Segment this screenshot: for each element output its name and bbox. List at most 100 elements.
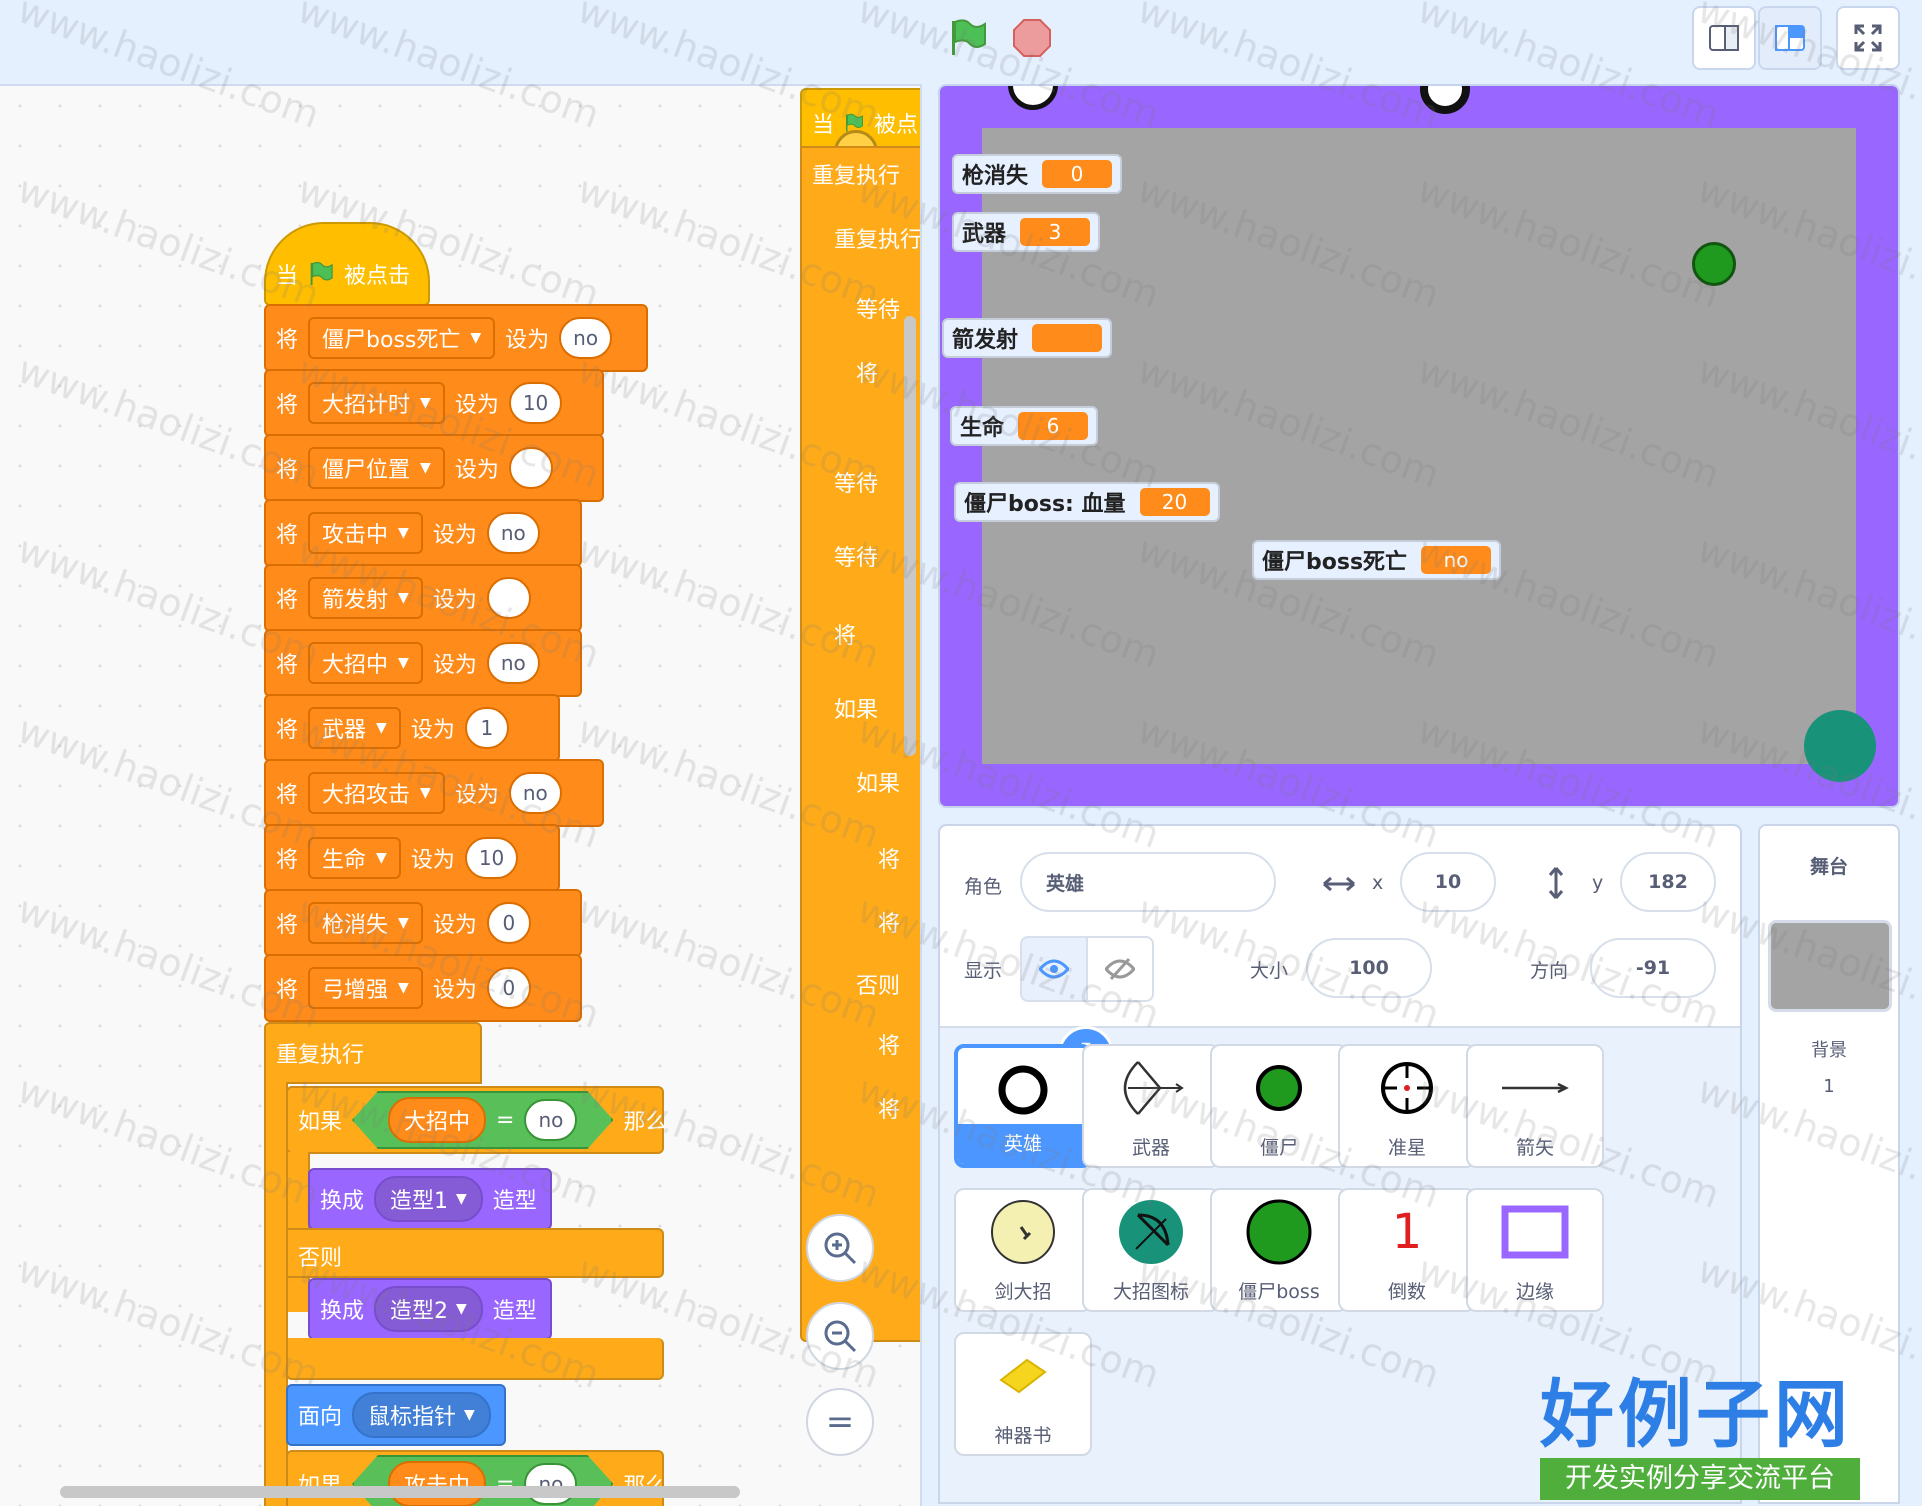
sprite-tile[interactable]: 1 倒数	[1338, 1188, 1476, 1312]
variable-dropdown[interactable]: 弓增强 ▼	[308, 967, 423, 1009]
variable-monitor[interactable]: 生命 6	[950, 406, 1099, 446]
variable-monitor[interactable]: 僵尸boss: 血量 20	[954, 482, 1220, 522]
hat-clicked-label: 被点	[873, 113, 918, 138]
variable-dropdown[interactable]: 大招攻击 ▼	[308, 772, 445, 814]
variable-dropdown[interactable]: 武器 ▼	[308, 707, 401, 749]
y-input[interactable]: 182	[1620, 852, 1716, 912]
set-label: 将	[276, 653, 299, 678]
variable-monitor[interactable]: 枪消失 0	[952, 154, 1123, 194]
sprite-tile[interactable]: 僵尸	[1210, 1044, 1348, 1168]
point-target-dropdown[interactable]: 鼠标指针 ▼	[352, 1392, 491, 1438]
value-input[interactable]: no	[508, 772, 562, 814]
costume-dropdown-2[interactable]: 造型2 ▼	[374, 1286, 483, 1332]
point-towards-block[interactable]: 面向 鼠标指针 ▼	[286, 1384, 506, 1446]
normal-stage-button[interactable]	[1758, 6, 1822, 70]
equals-condition-2[interactable]: 攻击中 = no	[352, 1455, 613, 1506]
set-variable-block[interactable]: 将大招中 ▼ 设为 no	[264, 629, 582, 697]
fullscreen-button[interactable]	[1836, 6, 1900, 70]
value-input[interactable]: no	[559, 317, 613, 359]
switch-costume-block-1[interactable]: 换成 造型1 ▼ 造型	[308, 1168, 552, 1230]
arrow-icon	[1468, 1046, 1602, 1130]
value-input[interactable]: 0	[486, 967, 531, 1009]
forever-block[interactable]: 重复执行	[264, 1022, 482, 1084]
hide-sprite-button[interactable]	[1086, 936, 1154, 1002]
variable-dropdown[interactable]: 攻击中 ▼	[308, 512, 423, 554]
variable-dropdown[interactable]: 僵尸boss死亡 ▼	[308, 317, 496, 359]
value-input[interactable]: no	[486, 512, 540, 554]
when-flag-clicked-block[interactable]: 当 被点击	[264, 222, 430, 306]
number-one-icon: 1	[1340, 1190, 1474, 1274]
zoom-reset-button[interactable]: =	[806, 1388, 874, 1456]
value-input[interactable]: 10	[508, 382, 563, 424]
y-label: y	[1592, 872, 1604, 894]
costume-suffix: 造型	[492, 1189, 537, 1214]
variable-monitor[interactable]: 僵尸boss死亡 no	[1252, 540, 1502, 580]
variable-monitor[interactable]: 箭发射	[942, 318, 1113, 358]
set-variable-block[interactable]: 将僵尸boss死亡 ▼ 设为 no	[264, 304, 648, 372]
sprite-tile-name: 英雄	[958, 1124, 1088, 1164]
sprite-tile[interactable]: 箭矢	[1466, 1044, 1604, 1168]
show-sprite-button[interactable]	[1020, 936, 1088, 1002]
sprite-tile[interactable]: 神器书	[954, 1332, 1092, 1456]
if-block-1[interactable]: 如果 大招中 = no 那么	[286, 1086, 667, 1154]
sprite-tile[interactable]: 剑大招	[954, 1188, 1092, 1312]
set-label: 将	[276, 588, 299, 613]
value-input[interactable]	[486, 577, 531, 619]
value-input[interactable]: 0	[486, 902, 531, 944]
sprite-tile-name: 边缘	[1515, 1281, 1554, 1303]
set-variable-block[interactable]: 将大招攻击 ▼ 设为 no	[264, 759, 604, 827]
backdrop-thumbnail[interactable]	[1768, 920, 1892, 1012]
equals-condition-1[interactable]: 大招中 = no	[352, 1091, 613, 1149]
sprite-tile[interactable]: 武器	[1082, 1044, 1220, 1168]
variable-dropdown[interactable]: 枪消失 ▼	[308, 902, 423, 944]
value-input[interactable]: no	[486, 642, 540, 684]
costume-dropdown-1[interactable]: 造型1 ▼	[374, 1176, 483, 1222]
compare-value[interactable]: no	[524, 1099, 577, 1141]
zoom-in-button[interactable]	[806, 1214, 874, 1282]
value-input[interactable]: 1	[464, 707, 509, 749]
stage[interactable]: 枪消失 0 武器 3 箭发射生命 6 僵尸boss: 血量 20 僵尸boss死亡 no	[938, 84, 1900, 808]
value-input[interactable]: 10	[464, 837, 519, 879]
set-variable-block[interactable]: 将生命 ▼ 设为 10	[264, 824, 560, 892]
eye-icon	[1039, 959, 1069, 979]
set-variable-block[interactable]: 将箭发射 ▼ 设为	[264, 564, 582, 632]
variable-dropdown[interactable]: 箭发射 ▼	[308, 577, 423, 619]
sprite-tile[interactable]: 准星	[1338, 1044, 1476, 1168]
direction-input[interactable]: -91	[1590, 938, 1716, 998]
set-variable-block[interactable]: 将僵尸位置 ▼ 设为	[264, 434, 604, 502]
bow-icon	[1084, 1046, 1218, 1130]
var-reporter-ultimate[interactable]: 大招中	[388, 1097, 486, 1143]
compare-value[interactable]: no	[524, 1463, 577, 1505]
green-flag-icon[interactable]	[948, 18, 988, 58]
sprite-tile[interactable]: 边缘	[1466, 1188, 1604, 1312]
sprite-tile[interactable]: 大招图标	[1082, 1188, 1220, 1312]
set-variable-block[interactable]: 将弓增强 ▼ 设为 0	[264, 954, 582, 1022]
code-area[interactable]: 当 被点击 重复执行 如果 大招中 = no 那么 换成 造型1 ▼ 造型 否则 …	[0, 84, 922, 1506]
stop-sign-icon[interactable]	[1012, 18, 1052, 58]
sprite-name-input[interactable]: 英雄	[1020, 852, 1276, 912]
set-variable-block[interactable]: 将武器 ▼ 设为 1	[264, 694, 560, 762]
chevron-down-icon: ▼	[398, 590, 409, 606]
variable-dropdown[interactable]: 大招计时 ▼	[308, 382, 445, 424]
sprite-tile[interactable]: 英雄	[954, 1044, 1092, 1168]
variable-dropdown[interactable]: 大招中 ▼	[308, 642, 423, 684]
switch-costume-block-2[interactable]: 换成 造型2 ▼ 造型	[308, 1278, 552, 1340]
size-input[interactable]: 100	[1306, 938, 1432, 998]
set-variable-block[interactable]: 将枪消失 ▼ 设为 0	[264, 889, 582, 957]
x-input[interactable]: 10	[1400, 852, 1496, 912]
horizontal-scrollbar[interactable]	[60, 1486, 740, 1498]
to-label: 设为	[410, 718, 455, 743]
vertical-scrollbar[interactable]	[904, 316, 916, 756]
value-input[interactable]	[508, 447, 553, 489]
var-reporter-attacking[interactable]: 攻击中	[388, 1461, 486, 1506]
set-variable-block[interactable]: 将大招计时 ▼ 设为 10	[264, 369, 604, 437]
variable-monitor[interactable]: 武器 3	[952, 212, 1101, 252]
set-variable-block[interactable]: 将攻击中 ▼ 设为 no	[264, 499, 582, 567]
sprite-tile[interactable]: 僵尸boss	[1210, 1188, 1348, 1312]
small-stage-button[interactable]	[1692, 6, 1756, 70]
variable-name: 生命	[322, 848, 367, 873]
zoom-out-button[interactable]	[806, 1302, 874, 1370]
variable-dropdown[interactable]: 生命 ▼	[308, 837, 401, 879]
variable-dropdown[interactable]: 僵尸位置 ▼	[308, 447, 445, 489]
target-name: 鼠标指针	[368, 1405, 457, 1430]
